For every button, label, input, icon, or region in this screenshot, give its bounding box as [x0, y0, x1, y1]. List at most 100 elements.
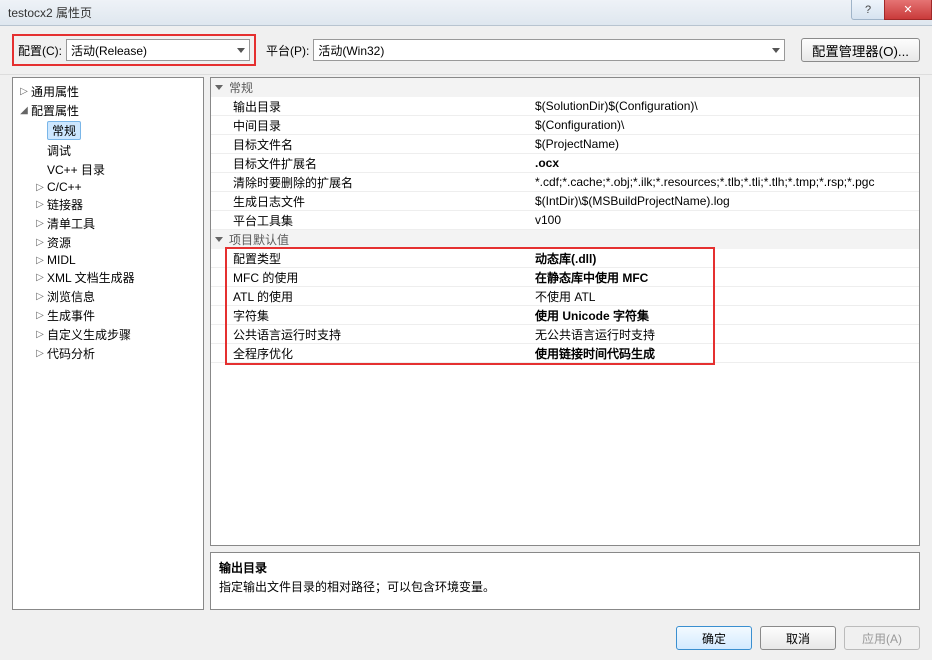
property-row[interactable]: 配置类型动态库(.dll) — [211, 249, 919, 268]
tree-item-label: C/C++ — [47, 180, 82, 194]
description-title: 输出目录 — [219, 559, 911, 576]
property-name: ATL 的使用 — [211, 288, 531, 305]
property-value[interactable]: 动态库(.dll) — [531, 250, 919, 267]
tree-item[interactable]: ▷MIDL — [13, 252, 203, 268]
property-name: 全程序优化 — [211, 345, 531, 362]
property-value[interactable]: *.cdf;*.cache;*.obj;*.ilk;*.resources;*.… — [531, 175, 919, 189]
window-title: testocx2 属性页 — [8, 4, 92, 21]
main-area: ▷通用属性◢配置属性常规调试VC++ 目录▷C/C++▷链接器▷清单工具▷资源▷… — [0, 75, 932, 618]
tree-item-label: 常规 — [47, 121, 81, 140]
description-panel: 输出目录 指定输出文件目录的相对路径；可以包含环境变量。 — [210, 552, 920, 610]
tree-item-label: XML 文档生成器 — [47, 269, 135, 286]
property-grid-wrap: 常规输出目录$(SolutionDir)$(Configuration)\中间目… — [210, 77, 920, 546]
property-value[interactable]: $(SolutionDir)$(Configuration)\ — [531, 99, 919, 113]
property-row[interactable]: 平台工具集v100 — [211, 211, 919, 230]
collapse-icon — [215, 85, 223, 90]
tree-item[interactable]: 调试 — [13, 141, 203, 160]
tree-item-label: 配置属性 — [31, 102, 79, 119]
expand-icon[interactable]: ▷ — [33, 255, 47, 266]
expand-icon[interactable]: ▷ — [33, 237, 47, 248]
tree-item[interactable]: ▷浏览信息 — [13, 287, 203, 306]
tree-item[interactable]: ▷清单工具 — [13, 214, 203, 233]
tree-item-label: 调试 — [47, 142, 71, 159]
expand-icon[interactable]: ▷ — [33, 291, 47, 302]
expand-icon[interactable]: ▷ — [17, 86, 31, 97]
tree-item[interactable]: 常规 — [13, 120, 203, 141]
config-label: 配置(C): — [18, 42, 62, 59]
ok-button[interactable]: 确定 — [676, 626, 752, 650]
property-name: 平台工具集 — [211, 212, 531, 229]
window-controls: ? ✕ — [852, 0, 932, 25]
tree-item[interactable]: ▷代码分析 — [13, 344, 203, 363]
tree-item[interactable]: ▷自定义生成步骤 — [13, 325, 203, 344]
property-tree[interactable]: ▷通用属性◢配置属性常规调试VC++ 目录▷C/C++▷链接器▷清单工具▷资源▷… — [12, 77, 204, 610]
property-value[interactable]: 不使用 ATL — [531, 288, 919, 305]
tree-item[interactable]: ▷C/C++ — [13, 179, 203, 195]
description-text: 指定输出文件目录的相对路径；可以包含环境变量。 — [219, 578, 911, 595]
property-name: 中间目录 — [211, 117, 531, 134]
expand-icon[interactable]: ◢ — [17, 105, 31, 116]
expand-icon[interactable]: ▷ — [33, 348, 47, 359]
tree-item[interactable]: ◢配置属性 — [13, 101, 203, 120]
close-button[interactable]: ✕ — [884, 0, 932, 20]
property-grid[interactable]: 常规输出目录$(SolutionDir)$(Configuration)\中间目… — [210, 77, 920, 546]
expand-icon[interactable]: ▷ — [33, 272, 47, 283]
tree-item-label: MIDL — [47, 253, 76, 267]
expand-icon[interactable]: ▷ — [33, 182, 47, 193]
property-value[interactable]: $(IntDir)\$(MSBuildProjectName).log — [531, 194, 919, 208]
property-row[interactable]: 中间目录$(Configuration)\ — [211, 116, 919, 135]
property-row[interactable]: 生成日志文件$(IntDir)\$(MSBuildProjectName).lo… — [211, 192, 919, 211]
property-value[interactable]: 使用 Unicode 字符集 — [531, 307, 919, 324]
property-row[interactable]: ATL 的使用不使用 ATL — [211, 287, 919, 306]
tree-item-label: 通用属性 — [31, 83, 79, 100]
tree-item[interactable]: ▷通用属性 — [13, 82, 203, 101]
tree-item-label: 代码分析 — [47, 345, 95, 362]
property-name: 配置类型 — [211, 250, 531, 267]
property-value[interactable]: $(ProjectName) — [531, 137, 919, 151]
property-row[interactable]: 目标文件名$(ProjectName) — [211, 135, 919, 154]
config-dropdown[interactable]: 活动(Release) — [66, 39, 250, 61]
property-row[interactable]: 全程序优化使用链接时间代码生成 — [211, 344, 919, 363]
property-row[interactable]: 目标文件扩展名.ocx — [211, 154, 919, 173]
tree-item[interactable]: ▷资源 — [13, 233, 203, 252]
help-button[interactable]: ? — [851, 0, 885, 20]
platform-dropdown[interactable]: 活动(Win32) — [313, 39, 785, 61]
property-section-header[interactable]: 常规 — [211, 78, 919, 97]
tree-item[interactable]: VC++ 目录 — [13, 160, 203, 179]
tree-item[interactable]: ▷链接器 — [13, 195, 203, 214]
property-row[interactable]: 清除时要删除的扩展名*.cdf;*.cache;*.obj;*.ilk;*.re… — [211, 173, 919, 192]
property-value[interactable]: 在静态库中使用 MFC — [531, 269, 919, 286]
property-name: 目标文件名 — [211, 136, 531, 153]
property-value[interactable]: 无公共语言运行时支持 — [531, 326, 919, 343]
property-name: 公共语言运行时支持 — [211, 326, 531, 343]
collapse-icon — [215, 237, 223, 242]
property-value[interactable]: v100 — [531, 213, 919, 227]
titlebar: testocx2 属性页 ? ✕ — [0, 0, 932, 26]
property-name: 目标文件扩展名 — [211, 155, 531, 172]
tree-item-label: 自定义生成步骤 — [47, 326, 131, 343]
tree-item[interactable]: ▷XML 文档生成器 — [13, 268, 203, 287]
expand-icon[interactable]: ▷ — [33, 310, 47, 321]
property-name: MFC 的使用 — [211, 269, 531, 286]
tree-item-label: 资源 — [47, 234, 71, 251]
property-section-header[interactable]: 项目默认值 — [211, 230, 919, 249]
property-pages-dialog: testocx2 属性页 ? ✕ 配置(C): 活动(Release) 平台(P… — [0, 0, 932, 660]
expand-icon[interactable]: ▷ — [33, 218, 47, 229]
property-row[interactable]: 输出目录$(SolutionDir)$(Configuration)\ — [211, 97, 919, 116]
tree-item-label: VC++ 目录 — [47, 161, 105, 178]
tree-item[interactable]: ▷生成事件 — [13, 306, 203, 325]
property-row[interactable]: 字符集使用 Unicode 字符集 — [211, 306, 919, 325]
expand-icon[interactable]: ▷ — [33, 329, 47, 340]
property-value[interactable]: .ocx — [531, 156, 919, 170]
highlight-config-area: 配置(C): 活动(Release) — [12, 34, 256, 66]
config-value: 活动(Release) — [71, 42, 147, 59]
apply-button[interactable]: 应用(A) — [844, 626, 920, 650]
platform-value: 活动(Win32) — [318, 42, 384, 59]
cancel-button[interactable]: 取消 — [760, 626, 836, 650]
property-row[interactable]: MFC 的使用在静态库中使用 MFC — [211, 268, 919, 287]
property-row[interactable]: 公共语言运行时支持无公共语言运行时支持 — [211, 325, 919, 344]
property-value[interactable]: 使用链接时间代码生成 — [531, 345, 919, 362]
config-manager-button[interactable]: 配置管理器(O)... — [801, 38, 920, 62]
expand-icon[interactable]: ▷ — [33, 199, 47, 210]
property-value[interactable]: $(Configuration)\ — [531, 118, 919, 132]
